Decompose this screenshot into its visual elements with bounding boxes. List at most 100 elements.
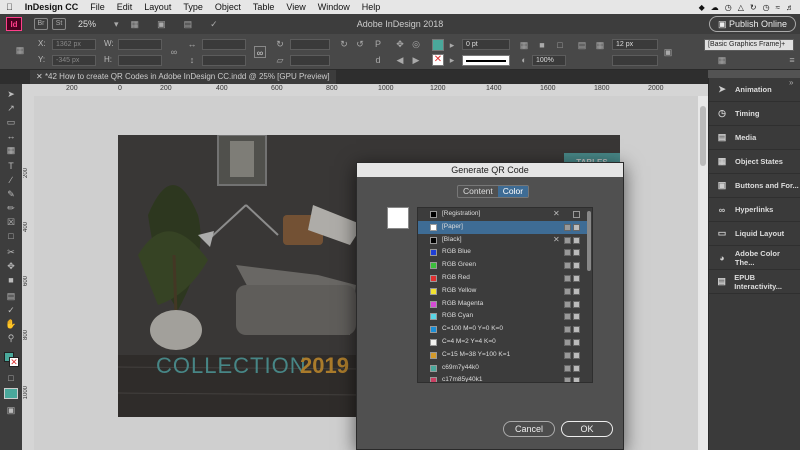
panel-animation[interactable]: ➤ Animation bbox=[709, 78, 800, 102]
menu-help[interactable]: Help bbox=[356, 2, 387, 12]
panel-media[interactable]: ▤ Media bbox=[709, 126, 800, 150]
corner-options-icon[interactable]: □ bbox=[554, 39, 566, 51]
select-container-icon[interactable]: ✥ bbox=[394, 38, 406, 50]
page-tool-icon[interactable]: ▭ bbox=[4, 116, 18, 128]
stock-button[interactable]: St bbox=[52, 18, 66, 30]
zoom-dropdown-icon[interactable]: ▾ bbox=[114, 19, 119, 30]
select-next-icon[interactable]: ▶ bbox=[410, 54, 422, 66]
formatting-affects-container-icon[interactable]: □ bbox=[4, 372, 18, 384]
select-previous-icon[interactable]: ◀ bbox=[394, 54, 406, 66]
constrain-scale-icon[interactable]: ∞ bbox=[254, 46, 266, 58]
tab-content[interactable]: Content bbox=[458, 186, 498, 197]
stroke-swatch[interactable]: ✕ bbox=[432, 54, 444, 66]
line-tool-icon[interactable]: ∕ bbox=[4, 174, 18, 186]
view-options-icon[interactable]: ▦ bbox=[131, 19, 140, 30]
hand-tool-icon[interactable]: ✋ bbox=[4, 318, 18, 330]
stroke-weight-field[interactable]: 0 pt bbox=[462, 39, 510, 50]
swatch-row[interactable]: [Registration] ✕ bbox=[418, 208, 588, 221]
screen-mode-tool-icon[interactable]: ▣ bbox=[4, 404, 18, 416]
flip-horizontal-icon[interactable]: P bbox=[372, 38, 384, 50]
tab-color[interactable]: Color bbox=[497, 186, 529, 197]
menu-window[interactable]: Window bbox=[312, 2, 356, 12]
rotate-cw-icon[interactable]: ↻ bbox=[338, 38, 350, 50]
dropbox-icon[interactable]: ◆ bbox=[699, 3, 705, 12]
zoom-level[interactable]: 25% bbox=[78, 19, 96, 29]
panel-buttons-forms[interactable]: ▣ Buttons and For... bbox=[709, 174, 800, 198]
apply-color-icon[interactable] bbox=[4, 388, 18, 399]
panel-timing[interactable]: ◷ Timing bbox=[709, 102, 800, 126]
swatch-row[interactable]: RGB Blue bbox=[418, 246, 588, 259]
object-style-select[interactable]: [Basic Graphics Frame]+ bbox=[704, 39, 794, 51]
menu-object[interactable]: Object bbox=[209, 2, 247, 12]
swatch-row[interactable]: C=4 M=2 Y=4 K=0 bbox=[418, 336, 588, 349]
swatch-row[interactable]: RGB Cyan bbox=[418, 310, 588, 323]
stroke-dropdown-icon[interactable]: ▸ bbox=[446, 54, 458, 66]
rotation-field[interactable] bbox=[290, 39, 330, 50]
panel-hyperlinks[interactable]: ∞ Hyperlinks bbox=[709, 198, 800, 222]
pen-tool-icon[interactable]: ✎ bbox=[4, 188, 18, 200]
panel-menu-icon[interactable]: ≡ bbox=[786, 54, 798, 66]
bridge-button[interactable]: Br bbox=[34, 18, 48, 30]
effects-icon[interactable]: ■ bbox=[536, 39, 548, 51]
zoom-tool-icon[interactable]: ⚲ bbox=[4, 332, 18, 344]
swatch-row[interactable]: C=15 M=38 Y=100 K=1 bbox=[418, 349, 588, 362]
spacing-field[interactable]: 12 px bbox=[612, 39, 658, 50]
select-content-icon[interactable]: ◎ bbox=[410, 38, 422, 50]
drop-shadow-icon[interactable]: ▦ bbox=[518, 39, 530, 51]
publish-online-button[interactable]: ▣ Publish Online bbox=[708, 16, 796, 32]
rotate-ccw-icon[interactable]: ↺ bbox=[354, 38, 366, 50]
rectangle-frame-tool-icon[interactable]: ☒ bbox=[4, 216, 18, 228]
clock-icon[interactable]: ◷ bbox=[763, 3, 770, 12]
arrange-documents-icon[interactable]: ▤ bbox=[184, 19, 193, 30]
scissors-tool-icon[interactable]: ✂ bbox=[4, 246, 18, 258]
width-field[interactable] bbox=[118, 39, 162, 50]
panel-adobe-color-themes[interactable]: ◕ Adobe Color The... bbox=[709, 246, 800, 270]
scale-y-field[interactable] bbox=[202, 55, 246, 66]
height-field[interactable] bbox=[118, 55, 162, 66]
gradient-swatch-tool-icon[interactable]: ■ bbox=[4, 274, 18, 286]
spacing-icon[interactable]: ▦ bbox=[594, 39, 606, 51]
creative-cloud-icon[interactable]: ☁ bbox=[711, 3, 719, 12]
fill-dropdown-icon[interactable]: ▸ bbox=[446, 39, 458, 51]
selection-tool-icon[interactable]: ➤ bbox=[4, 88, 18, 100]
volume-icon[interactable]: ♬ bbox=[786, 3, 794, 12]
pencil-tool-icon[interactable]: ✏ bbox=[4, 202, 18, 214]
panel-epub-interactivity[interactable]: ▤ EPUB Interactivity... bbox=[709, 270, 800, 294]
content-collector-icon[interactable]: ▦ bbox=[4, 144, 18, 156]
frame-fitting-icon[interactable]: ▣ bbox=[662, 46, 674, 58]
direct-selection-tool-icon[interactable]: ↗ bbox=[4, 102, 18, 114]
swatch-list-scrollbar[interactable] bbox=[586, 207, 592, 383]
menu-file[interactable]: File bbox=[84, 2, 111, 12]
menu-type[interactable]: Type bbox=[177, 2, 209, 12]
sync-icon[interactable]: ↻ bbox=[750, 3, 757, 12]
drive-icon[interactable]: △ bbox=[738, 3, 744, 12]
reference-point-icon[interactable]: ▦ bbox=[14, 44, 26, 56]
x-position-field[interactable]: 1362 px bbox=[52, 39, 96, 50]
brush-icon[interactable]: ✓ bbox=[210, 19, 218, 30]
type-tool-icon[interactable]: T bbox=[4, 160, 18, 172]
wifi-icon[interactable]: ≈ bbox=[776, 3, 780, 12]
swatch-row[interactable]: c17m85y40k1 bbox=[418, 374, 588, 382]
ok-button[interactable]: OK bbox=[561, 421, 613, 437]
opacity-field[interactable]: 100% bbox=[532, 55, 566, 66]
flip-vertical-icon[interactable]: d bbox=[372, 54, 384, 66]
swatch-list[interactable]: [Registration] ✕ [Paper] [Black] ✕ RGB Blue RG… bbox=[417, 207, 593, 383]
gap-tool-icon[interactable]: ↔ bbox=[4, 130, 18, 142]
swatch-row[interactable]: RGB Green bbox=[418, 259, 588, 272]
swatch-scrollbar-thumb[interactable] bbox=[587, 211, 591, 271]
swatch-row[interactable]: RGB Yellow bbox=[418, 285, 588, 298]
swatch-row[interactable]: c69m7y44k0 bbox=[418, 362, 588, 375]
apple-menu-icon[interactable]:  bbox=[0, 2, 19, 12]
constrain-proportions-icon[interactable]: ∞ bbox=[168, 46, 180, 58]
y-position-field[interactable]: -345 px bbox=[52, 55, 96, 66]
cancel-button[interactable]: Cancel bbox=[503, 421, 555, 437]
scale-x-field[interactable] bbox=[202, 39, 246, 50]
swatch-row[interactable]: RGB Red bbox=[418, 272, 588, 285]
shear-field[interactable] bbox=[290, 55, 330, 66]
screen-mode-icon[interactable]: ▣ bbox=[157, 19, 166, 30]
stroke-width-field[interactable] bbox=[612, 55, 658, 66]
panel-object-states[interactable]: ▦ Object States bbox=[709, 150, 800, 174]
eyedropper-tool-icon[interactable]: ✓ bbox=[4, 304, 18, 316]
fill-swatch[interactable] bbox=[432, 39, 444, 51]
text-wrap-icon[interactable]: ▤ bbox=[576, 39, 588, 51]
